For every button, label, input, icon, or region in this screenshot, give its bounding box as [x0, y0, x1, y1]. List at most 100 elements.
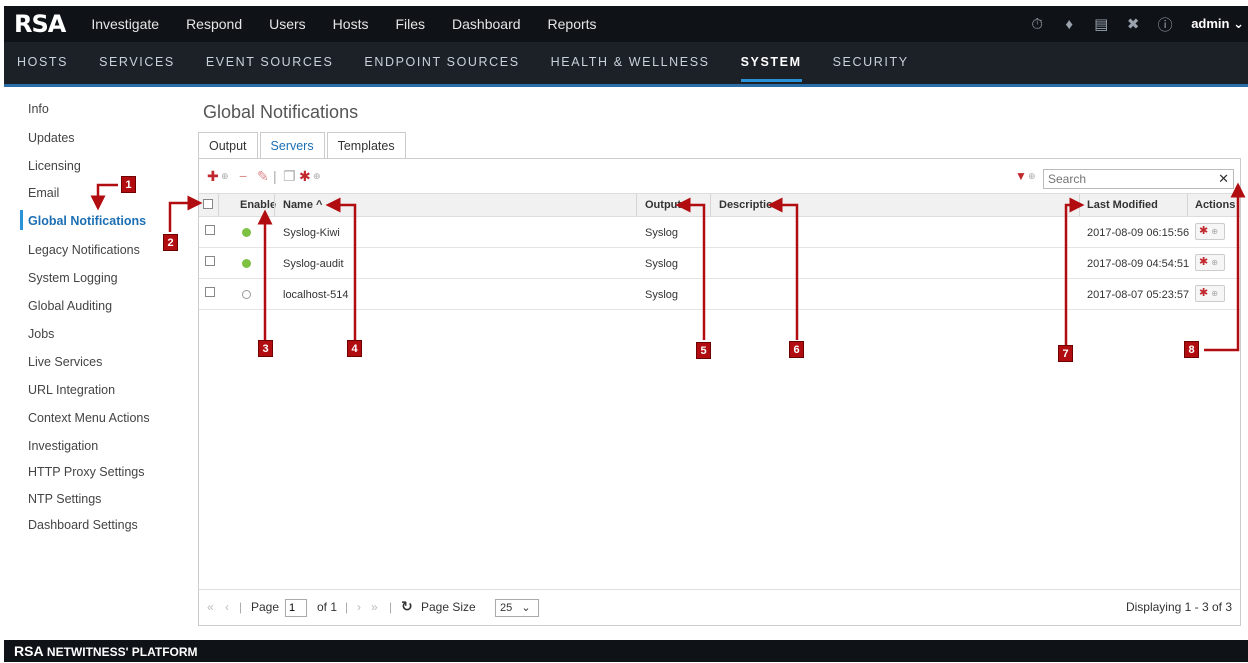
header-last-modified[interactable]: Last Modified	[1087, 199, 1158, 211]
filter-icon[interactable]: ▼	[1015, 169, 1027, 183]
subnav-hosts[interactable]: HOSTS	[17, 42, 68, 84]
enabled-status-icon	[242, 228, 251, 237]
column-divider	[636, 194, 637, 216]
sidebar-item-jobs[interactable]: Jobs	[28, 327, 54, 341]
table-row[interactable]: Syslog-Kiwi Syslog 2017-08-09 06:15:56 ✱…	[199, 217, 1240, 248]
sidebar-item-http-proxy-settings[interactable]: HTTP Proxy Settings	[28, 465, 144, 479]
sidebar-item-dashboard-settings[interactable]: Dashboard Settings	[28, 518, 138, 532]
table-row[interactable]: Syslog-audit Syslog 2017-08-09 04:54:51 …	[199, 248, 1240, 279]
page-count: of 1	[317, 600, 338, 614]
row-checkbox[interactable]	[205, 225, 215, 235]
clipboard-icon[interactable]: ▤	[1093, 15, 1109, 33]
sidebar-item-context-menu-actions[interactable]: Context Menu Actions	[28, 411, 150, 425]
footer-bar: RSA NETWITNESS' PLATFORM	[4, 640, 1248, 662]
page-size-value: 25	[500, 602, 513, 614]
first-page-icon[interactable]: «	[207, 600, 214, 614]
sidebar-item-legacy-notifications[interactable]: Legacy Notifications	[28, 243, 140, 257]
disabled-status-icon	[242, 290, 251, 299]
select-all-checkbox[interactable]	[203, 199, 213, 209]
gear-icon: ✱	[1199, 225, 1209, 237]
sidebar-item-investigation[interactable]: Investigation	[28, 439, 98, 453]
page-title: Global Notifications	[203, 102, 359, 122]
sidebar-item-email[interactable]: Email	[28, 186, 59, 200]
main-nav: Investigate Respond Users Hosts Files Da…	[91, 16, 623, 32]
callout-badge-2: 2	[163, 234, 178, 251]
remove-icon[interactable]: −	[239, 168, 247, 184]
tab-templates[interactable]: Templates	[326, 132, 406, 158]
sidebar-item-updates[interactable]: Updates	[28, 131, 75, 145]
header-description[interactable]: Description	[719, 199, 780, 211]
gear-dropdown-icon[interactable]: ⊕	[313, 171, 321, 182]
bell-icon[interactable]: ♦	[1061, 16, 1077, 33]
sidebar-item-system-logging[interactable]: System Logging	[28, 271, 118, 285]
column-divider	[1079, 194, 1080, 216]
page-size-select[interactable]: 25 ⌄	[495, 599, 539, 617]
subnav-endpoint-sources[interactable]: ENDPOINT SOURCES	[364, 42, 519, 84]
user-name: admin	[1191, 16, 1230, 31]
row-actions-button[interactable]: ✱ ⊕	[1195, 223, 1225, 240]
timer-icon[interactable]: ⏱	[1029, 16, 1045, 33]
subnav-system[interactable]: SYSTEM	[740, 42, 802, 84]
callout-badge-6: 6	[789, 341, 804, 358]
refresh-icon[interactable]: ↻	[401, 598, 413, 615]
sidebar-item-licensing[interactable]: Licensing	[28, 159, 81, 173]
subnav-health-wellness[interactable]: HEALTH & WELLNESS	[551, 42, 710, 84]
clear-search-icon[interactable]: ✕	[1218, 171, 1229, 187]
row-actions-button[interactable]: ✱ ⊕	[1195, 254, 1225, 271]
edit-icon[interactable]: ✎	[257, 168, 269, 185]
row-last-modified: 2017-08-07 05:23:57	[1087, 289, 1190, 301]
copy-icon[interactable]: ❐	[283, 168, 296, 185]
add-dropdown-icon[interactable]: ⊕	[221, 171, 229, 182]
subnav-security[interactable]: SECURITY	[833, 42, 909, 84]
tab-servers[interactable]: Servers	[259, 132, 325, 158]
pagination-bar: « ‹ | Page of 1 | › » | ↻ Page Size 25 ⌄…	[199, 589, 1240, 625]
sidebar-item-ntp-settings[interactable]: NTP Settings	[28, 492, 101, 506]
nav-users[interactable]: Users	[269, 16, 306, 32]
row-checkbox[interactable]	[205, 287, 215, 297]
callout-badge-4: 4	[347, 340, 362, 357]
nav-hosts[interactable]: Hosts	[333, 16, 369, 32]
add-icon[interactable]: ✚	[207, 168, 219, 185]
callout-badge-5: 5	[696, 342, 711, 359]
nav-investigate[interactable]: Investigate	[91, 16, 159, 32]
help-icon[interactable]: ⓘ	[1157, 14, 1173, 35]
user-menu[interactable]: admin ⌄	[1191, 16, 1244, 32]
displaying-count: Displaying 1 - 3 of 3	[1125, 600, 1232, 614]
sidebar-item-info[interactable]: Info	[28, 102, 49, 116]
subnav-event-sources[interactable]: EVENT SOURCES	[206, 42, 334, 84]
prev-page-icon[interactable]: ‹	[225, 600, 229, 614]
sidebar-item-url-integration[interactable]: URL Integration	[28, 383, 115, 397]
row-checkbox[interactable]	[205, 256, 215, 266]
gear-icon: ✱	[1199, 287, 1209, 299]
chevron-down-icon: ⊕	[1211, 289, 1218, 298]
header-name[interactable]: Name ^	[283, 199, 322, 211]
row-last-modified: 2017-08-09 04:54:51	[1087, 258, 1190, 270]
gear-icon[interactable]: ✱	[299, 168, 311, 185]
tab-output[interactable]: Output	[198, 132, 258, 158]
table-row[interactable]: localhost-514 Syslog 2017-08-07 05:23:57…	[199, 279, 1240, 310]
tools-icon[interactable]: ✖	[1125, 15, 1141, 33]
sidebar-item-live-services[interactable]: Live Services	[28, 355, 102, 369]
nav-files[interactable]: Files	[395, 16, 425, 32]
row-actions-button[interactable]: ✱ ⊕	[1195, 285, 1225, 302]
sidebar-item-global-notifications[interactable]: Global Notifications	[28, 214, 146, 228]
filter-dropdown-icon[interactable]: ⊕	[1028, 171, 1036, 182]
last-page-icon[interactable]: »	[371, 600, 378, 614]
sidebar-item-global-auditing[interactable]: Global Auditing	[28, 299, 112, 313]
grid-toolbar: ✚ ⊕ − ✎ | ❐ ✱ ⊕ ▼ ⊕ ✕	[199, 159, 1240, 193]
header-output[interactable]: Output	[645, 199, 681, 211]
table-header: Enable Name ^ Output Description Last Mo…	[199, 193, 1240, 217]
column-divider	[218, 194, 219, 216]
gear-icon: ✱	[1199, 256, 1209, 268]
header-enable[interactable]: Enable	[240, 199, 276, 211]
nav-reports[interactable]: Reports	[548, 16, 597, 32]
search-input[interactable]	[1044, 170, 1212, 188]
footer-brand: NETWITNESS' PLATFORM	[46, 645, 198, 659]
nav-dashboard[interactable]: Dashboard	[452, 16, 521, 32]
callout-badge-8: 8	[1184, 341, 1199, 358]
tab-bar: Output Servers Templates	[198, 132, 408, 158]
subnav-services[interactable]: SERVICES	[99, 42, 175, 84]
page-number-input[interactable]	[285, 599, 307, 617]
nav-respond[interactable]: Respond	[186, 16, 242, 32]
next-page-icon[interactable]: ›	[357, 600, 361, 614]
